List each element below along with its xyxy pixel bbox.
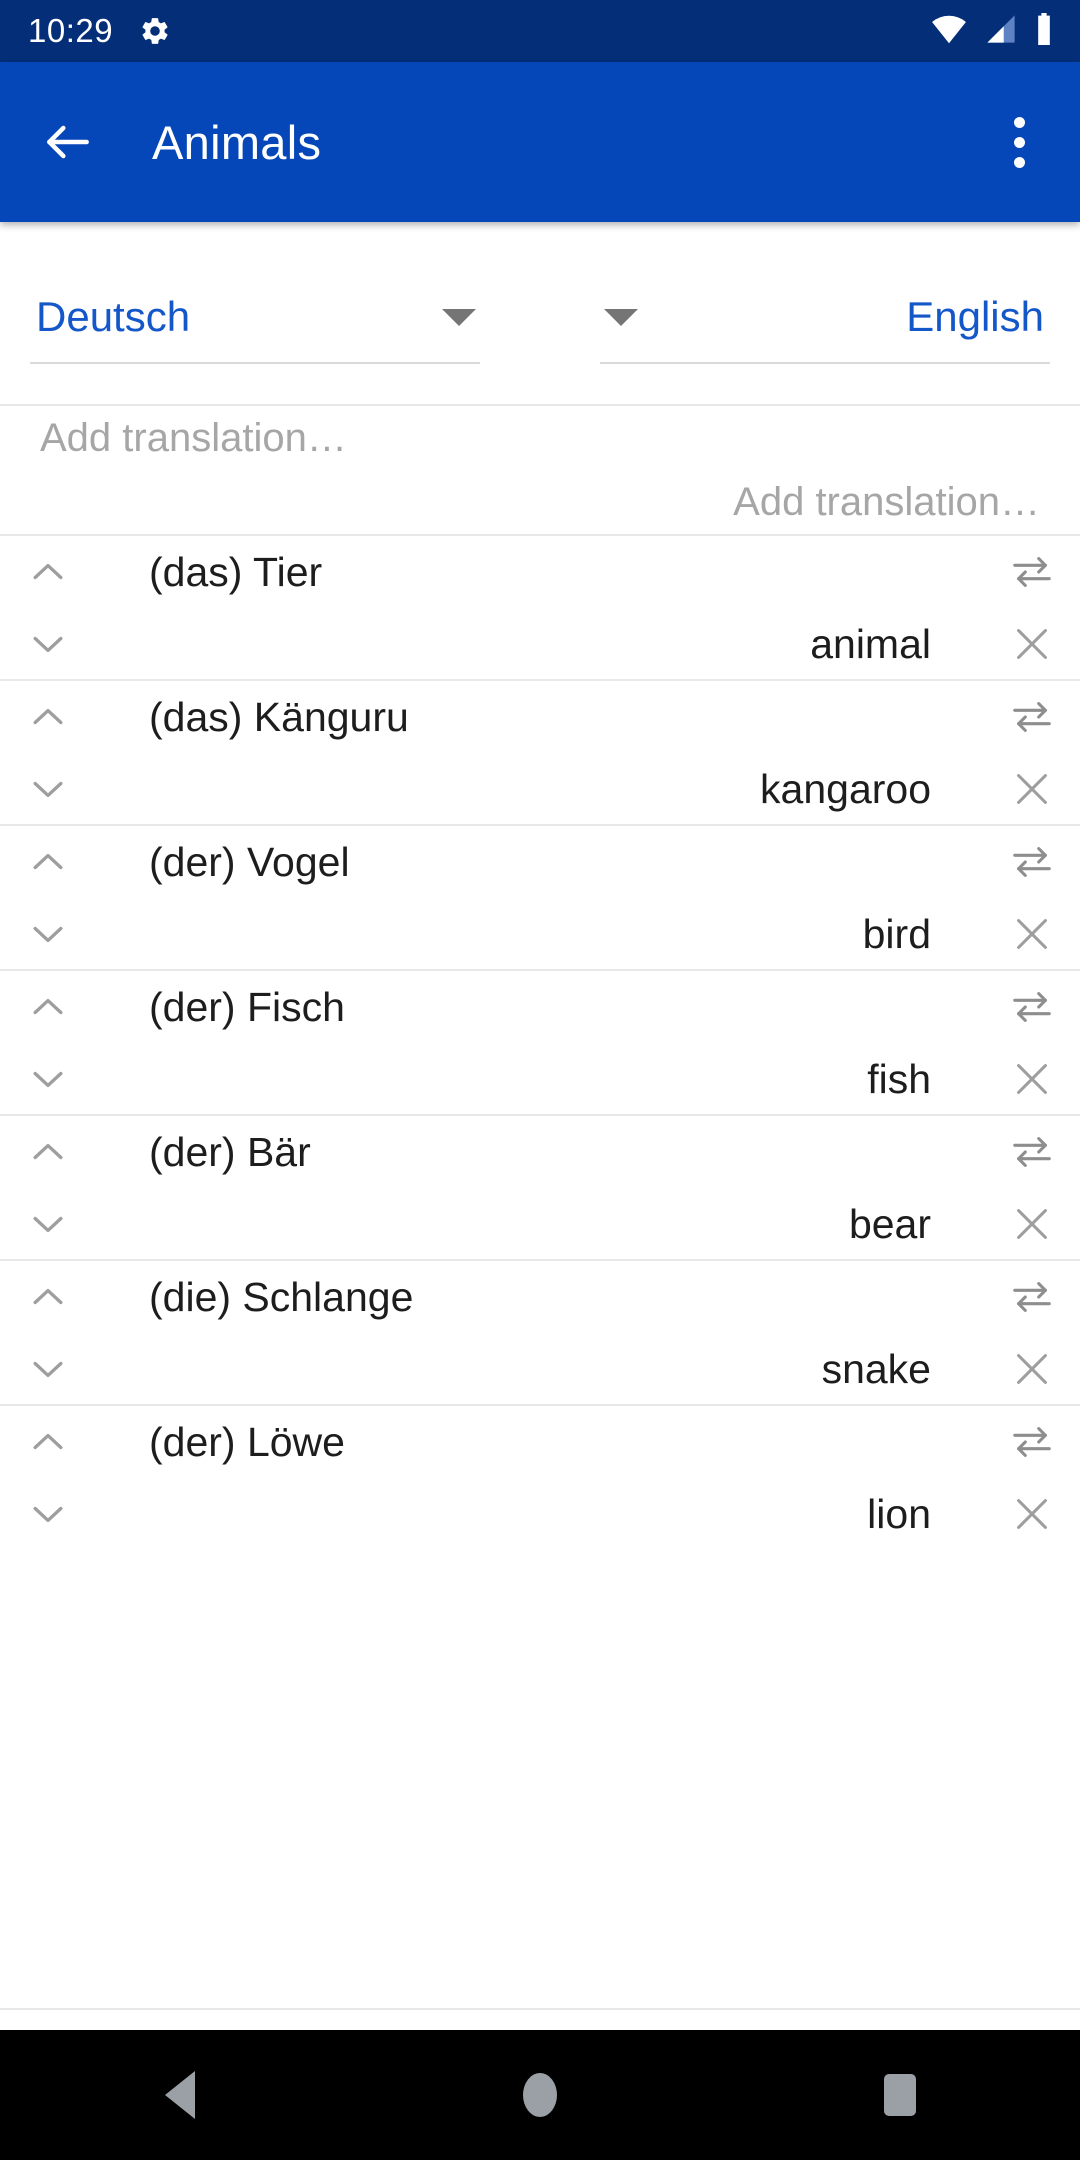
close-icon[interactable] (984, 1201, 1080, 1247)
close-icon[interactable] (984, 1491, 1080, 1537)
entry-target-line: snake (0, 1333, 1080, 1405)
source-language-underline (30, 362, 480, 364)
status-bar-right (930, 12, 1080, 50)
entry-target-word[interactable]: fish (96, 1056, 984, 1103)
language-selector-row: Deutsch English (0, 222, 1080, 404)
entry-source-line: (das) Känguru (0, 681, 1080, 753)
entry-source-word[interactable]: (der) Löwe (96, 1419, 984, 1466)
gear-icon (139, 15, 171, 47)
entry-target-line: kangaroo (0, 753, 1080, 825)
entry-source-line: (der) Löwe (0, 1406, 1080, 1478)
chevron-up-icon[interactable] (0, 695, 96, 739)
entry-target-word[interactable]: animal (96, 621, 984, 668)
entry-target-line: fish (0, 1043, 1080, 1115)
dropdown-arrow-icon (442, 308, 476, 326)
cellular-signal-icon (984, 14, 1018, 49)
swap-horizontal-icon[interactable] (984, 694, 1080, 740)
battery-icon (1034, 12, 1054, 50)
chevron-down-icon[interactable] (0, 767, 96, 811)
target-language-spinner[interactable]: English (540, 222, 1080, 404)
swap-horizontal-icon[interactable] (984, 984, 1080, 1030)
add-translation-block: Add translation… Add translation… (0, 406, 1080, 534)
translation-entry[interactable]: (das) Tier animal (0, 534, 1080, 679)
close-icon[interactable] (984, 766, 1080, 812)
target-language-label: English (906, 293, 1044, 340)
entry-source-word[interactable]: (die) Schlange (96, 1274, 984, 1321)
chevron-down-icon[interactable] (0, 1202, 96, 1246)
chevron-up-icon[interactable] (0, 985, 96, 1029)
translation-entry[interactable]: (die) Schlange snake (0, 1259, 1080, 1404)
translation-entry-list: (das) Tier animal (das) Känguru kangaroo (de… (0, 534, 1080, 1549)
entry-source-word[interactable]: (das) Känguru (96, 694, 984, 741)
status-bar-clock: 10:29 (28, 12, 114, 49)
entry-source-word[interactable]: (der) Bär (96, 1129, 984, 1176)
android-navigation-bar (0, 2030, 1080, 2160)
bottom-divider (0, 2008, 1080, 2010)
translation-entry[interactable]: (der) Löwe lion (0, 1404, 1080, 1549)
chevron-down-icon[interactable] (0, 1492, 96, 1536)
entry-target-word[interactable]: bird (96, 911, 984, 958)
page-title: Animals (152, 115, 322, 169)
translation-entry[interactable]: (das) Känguru kangaroo (0, 679, 1080, 824)
chevron-up-icon[interactable] (0, 1275, 96, 1319)
translation-entry[interactable]: (der) Vogel bird (0, 824, 1080, 969)
dropdown-arrow-icon (604, 308, 638, 326)
entry-source-word[interactable]: (der) Fisch (96, 984, 984, 1031)
source-language-label: Deutsch (36, 293, 191, 340)
chevron-down-icon[interactable] (0, 912, 96, 956)
entry-target-line: bird (0, 898, 1080, 970)
chevron-up-icon[interactable] (0, 1420, 96, 1464)
add-translation-source-input[interactable]: Add translation… (0, 406, 1080, 470)
translation-entry[interactable]: (der) Fisch fish (0, 969, 1080, 1114)
wifi-icon (930, 14, 968, 49)
back-triangle-icon[interactable] (115, 2030, 245, 2160)
swap-horizontal-icon[interactable] (984, 1274, 1080, 1320)
entry-source-word[interactable]: (das) Tier (96, 549, 984, 596)
entry-target-line: lion (0, 1478, 1080, 1550)
entry-target-word[interactable]: bear (96, 1201, 984, 1248)
chevron-down-icon[interactable] (0, 622, 96, 666)
entry-source-line: (der) Fisch (0, 971, 1080, 1043)
status-bar: 10:29 (0, 0, 1080, 62)
swap-horizontal-icon[interactable] (984, 839, 1080, 885)
add-translation-target-input[interactable]: Add translation… (0, 470, 1080, 534)
status-bar-left: 10:29 (0, 12, 171, 50)
chevron-up-icon[interactable] (0, 840, 96, 884)
entry-source-line: (der) Vogel (0, 826, 1080, 898)
chevron-up-icon[interactable] (0, 550, 96, 594)
back-button[interactable] (40, 114, 96, 170)
entry-target-line: animal (0, 608, 1080, 680)
close-icon[interactable] (984, 621, 1080, 667)
close-icon[interactable] (984, 911, 1080, 957)
swap-horizontal-icon[interactable] (984, 1129, 1080, 1175)
entry-source-line: (der) Bär (0, 1116, 1080, 1188)
entry-target-word[interactable]: snake (96, 1346, 984, 1393)
source-language-spinner[interactable]: Deutsch (0, 222, 540, 404)
entry-source-word[interactable]: (der) Vogel (96, 839, 984, 886)
swap-horizontal-icon[interactable] (984, 549, 1080, 595)
chevron-down-icon[interactable] (0, 1347, 96, 1391)
entry-source-line: (die) Schlange (0, 1261, 1080, 1333)
recents-square-icon[interactable] (835, 2030, 965, 2160)
entry-source-line: (das) Tier (0, 536, 1080, 608)
home-circle-icon[interactable] (475, 2030, 605, 2160)
more-vertical-icon[interactable] (996, 114, 1042, 170)
close-icon[interactable] (984, 1056, 1080, 1102)
entry-target-line: bear (0, 1188, 1080, 1260)
entry-target-word[interactable]: lion (96, 1491, 984, 1538)
entry-target-word[interactable]: kangaroo (96, 766, 984, 813)
chevron-up-icon[interactable] (0, 1130, 96, 1174)
chevron-down-icon[interactable] (0, 1057, 96, 1101)
app-bar: Animals (0, 62, 1080, 222)
target-language-underline (600, 362, 1050, 364)
phone-screen: 10:29 Animals Deutsch English Add transl… (0, 0, 1080, 2160)
swap-horizontal-icon[interactable] (984, 1419, 1080, 1465)
translation-entry[interactable]: (der) Bär bear (0, 1114, 1080, 1259)
close-icon[interactable] (984, 1346, 1080, 1392)
